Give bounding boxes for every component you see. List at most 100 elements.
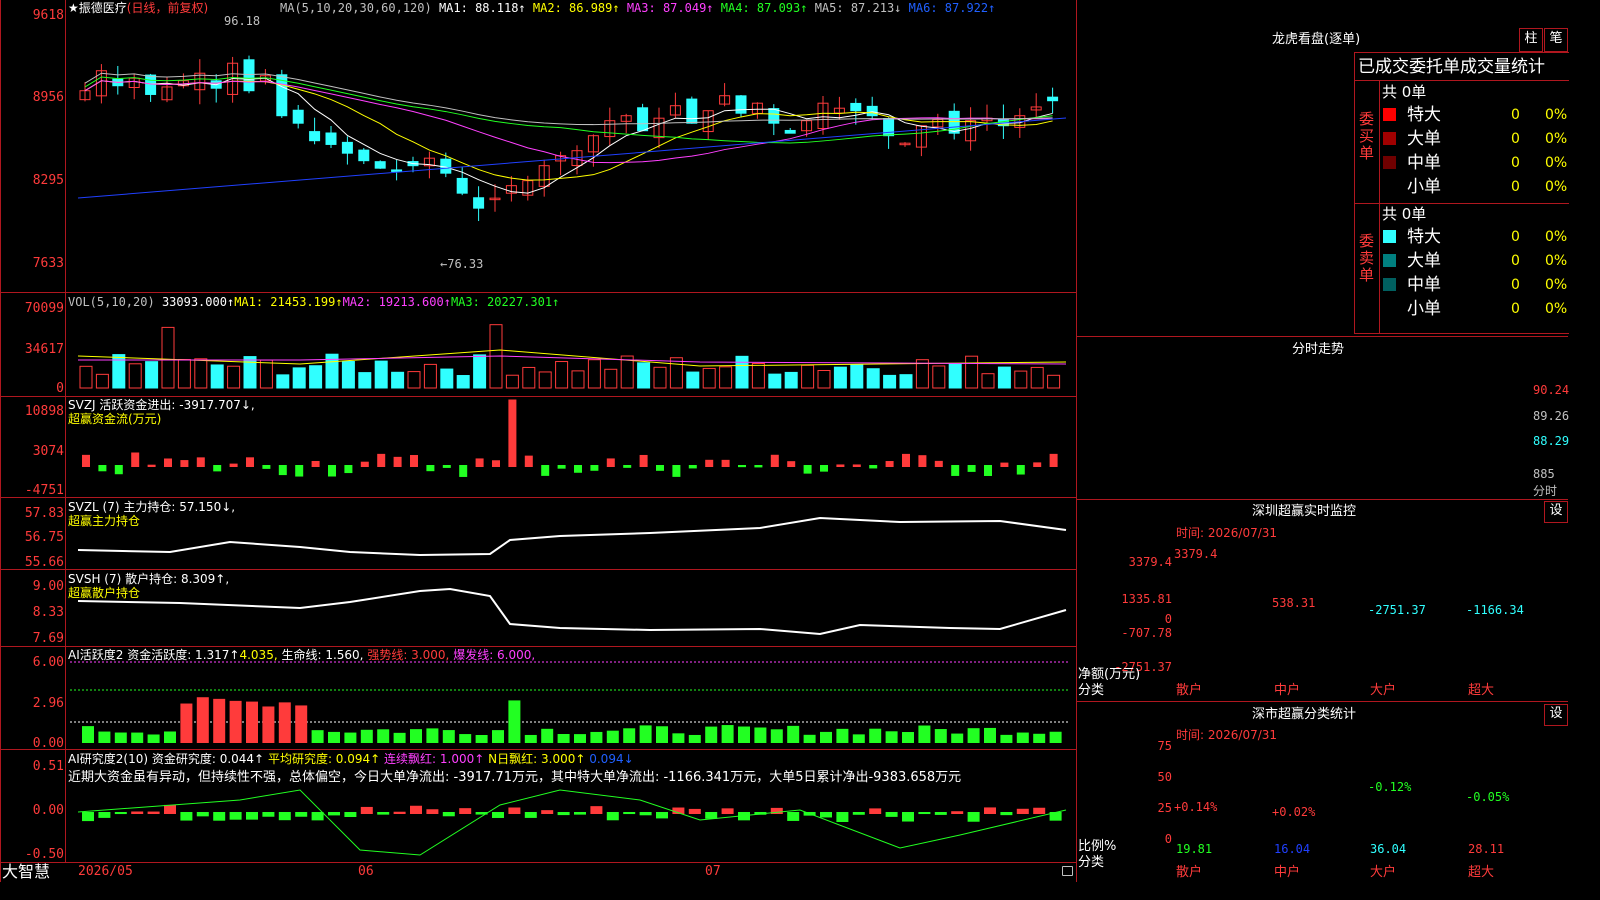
ai2-avg: 平均研究度: 0.094↑ — [267, 752, 381, 766]
volume-bar — [719, 366, 733, 389]
svsh-line — [77, 587, 1067, 636]
sz-mon-cat-label: 分类 — [1078, 683, 1105, 698]
svzj-bar — [688, 465, 697, 469]
vol-ma1: MA1: 21453.199↑ — [234, 295, 343, 309]
buy-row-pct: 0% — [1545, 179, 1568, 195]
stock-name[interactable]: 振德医疗 — [79, 1, 127, 15]
intraday-axis-2: 89.26 — [1533, 409, 1570, 423]
activity-bar — [213, 698, 226, 743]
sell-side-label: 委卖单 — [1359, 232, 1375, 284]
ai2-nred: N日飘红: 3.000↑ — [488, 752, 586, 766]
research-bar — [656, 812, 668, 819]
candle-body — [292, 109, 304, 124]
svzj-bar — [820, 465, 828, 472]
ai2-header: AI研究度2(10) 资金研究度: 0.044↑ 平均研究度: 0.094↑ 连… — [68, 752, 634, 766]
sz-class-settings-button[interactable]: 设 — [1544, 704, 1568, 726]
dragon-header: 已成交委托单成交量统计 — [1358, 57, 1545, 77]
activity-bar — [623, 728, 636, 743]
activity-bar — [951, 733, 964, 743]
sz-mon-cat-label: 超大 — [1468, 683, 1495, 698]
svzj-bar — [246, 457, 254, 467]
svzj-bar — [967, 465, 976, 472]
activity-bar — [164, 731, 176, 743]
activity-bar — [705, 726, 718, 743]
activity-bar — [393, 732, 406, 743]
volume-bar — [801, 364, 815, 389]
sell-row-count: 0 — [1511, 229, 1520, 245]
app-logo[interactable]: 大智慧 — [2, 863, 50, 881]
sz-mon-bar-label: 3379.4 — [1174, 547, 1218, 561]
volume-bar — [227, 365, 241, 389]
activity-bar — [672, 733, 685, 743]
volume-bar — [702, 367, 716, 389]
activity-bar — [574, 734, 586, 743]
volume-bar — [965, 355, 979, 389]
sz-monitor-settings-button[interactable]: 设 — [1544, 501, 1568, 523]
ai1-strong: 强势线: 3.000, — [367, 648, 450, 662]
candle-body — [309, 131, 321, 142]
candle-body — [637, 107, 649, 132]
activity-bar — [246, 701, 258, 743]
tick-mode-button[interactable]: 笔 — [1544, 28, 1568, 52]
buy-total: 共 0单 — [1382, 83, 1427, 101]
volume-bar — [669, 357, 683, 389]
ai2-axis-1: 0.51 — [32, 759, 64, 774]
svsh-axis-2: 8.33 — [32, 605, 64, 620]
activity-bar — [836, 728, 849, 743]
ma3-line — [84, 80, 1053, 164]
period-label[interactable]: (日线，前复权) — [127, 1, 208, 15]
activity-bar — [984, 727, 996, 743]
research-bar — [98, 812, 111, 818]
volume-bar — [145, 361, 159, 389]
ma1-line — [84, 77, 1053, 194]
ai2-axis-2: 0.00 — [32, 803, 64, 818]
volume-bar — [555, 361, 569, 389]
volume-bar — [292, 367, 306, 389]
sz-class-change-label: +0.14% — [1174, 800, 1218, 815]
svzj-bar — [1049, 453, 1058, 467]
research-bar — [1016, 808, 1029, 814]
research-bar — [164, 804, 176, 814]
star-icon[interactable]: ★ — [68, 1, 79, 15]
ma6-line — [77, 117, 1067, 199]
activity-bar — [410, 729, 422, 743]
ai2-axis-3: -0.50 — [24, 847, 64, 862]
candle-body — [391, 169, 403, 172]
activity-bar — [229, 700, 242, 743]
activity-bar — [1049, 731, 1062, 743]
sz-class-title: 深市超赢分类统计 — [1252, 707, 1357, 722]
ma2-value: MA2: 86.989↑ — [532, 1, 620, 15]
sz-mon-unit: 净额(万元) — [1078, 667, 1141, 682]
svzj-bar — [492, 460, 500, 467]
dragon-title: 龙虎看盘(逐单) — [1272, 32, 1361, 47]
activity-bar — [1000, 734, 1013, 743]
svzj-bar — [377, 453, 386, 467]
activity-bar — [262, 706, 275, 743]
intraday-title: 分时走势 — [1292, 342, 1345, 357]
price-axis-2: 8956 — [32, 90, 64, 105]
research-bar — [836, 812, 849, 822]
sell-row-label: 特大 — [1407, 227, 1441, 247]
activity-bar — [869, 728, 882, 743]
price-panel-header: ★振德医疗(日线，前复权) — [68, 1, 208, 15]
svzj-bar — [131, 452, 140, 467]
svzj-bar — [147, 464, 156, 467]
bar-mode-button[interactable]: 柱 — [1519, 28, 1543, 52]
kline-chart-canvas[interactable] — [0, 0, 1076, 882]
svzj-bar — [639, 454, 648, 467]
buy-row-count: 0 — [1511, 179, 1520, 195]
sell-row-pct: 0% — [1545, 253, 1568, 269]
lock-icon[interactable] — [1062, 866, 1073, 876]
svzj-bar — [672, 465, 681, 477]
divider-szmon — [1076, 499, 1568, 500]
svzj-bar — [328, 465, 336, 477]
svzj-bar — [229, 463, 238, 467]
research-bar — [131, 811, 144, 814]
date-label-jul: 07 — [705, 864, 721, 879]
svzj-bar — [114, 465, 123, 475]
svzj-bar — [278, 465, 287, 476]
volume-bar — [177, 358, 191, 389]
activity-bar — [770, 729, 783, 743]
buy-row-pct: 0% — [1545, 107, 1568, 123]
research-bar — [114, 812, 127, 815]
